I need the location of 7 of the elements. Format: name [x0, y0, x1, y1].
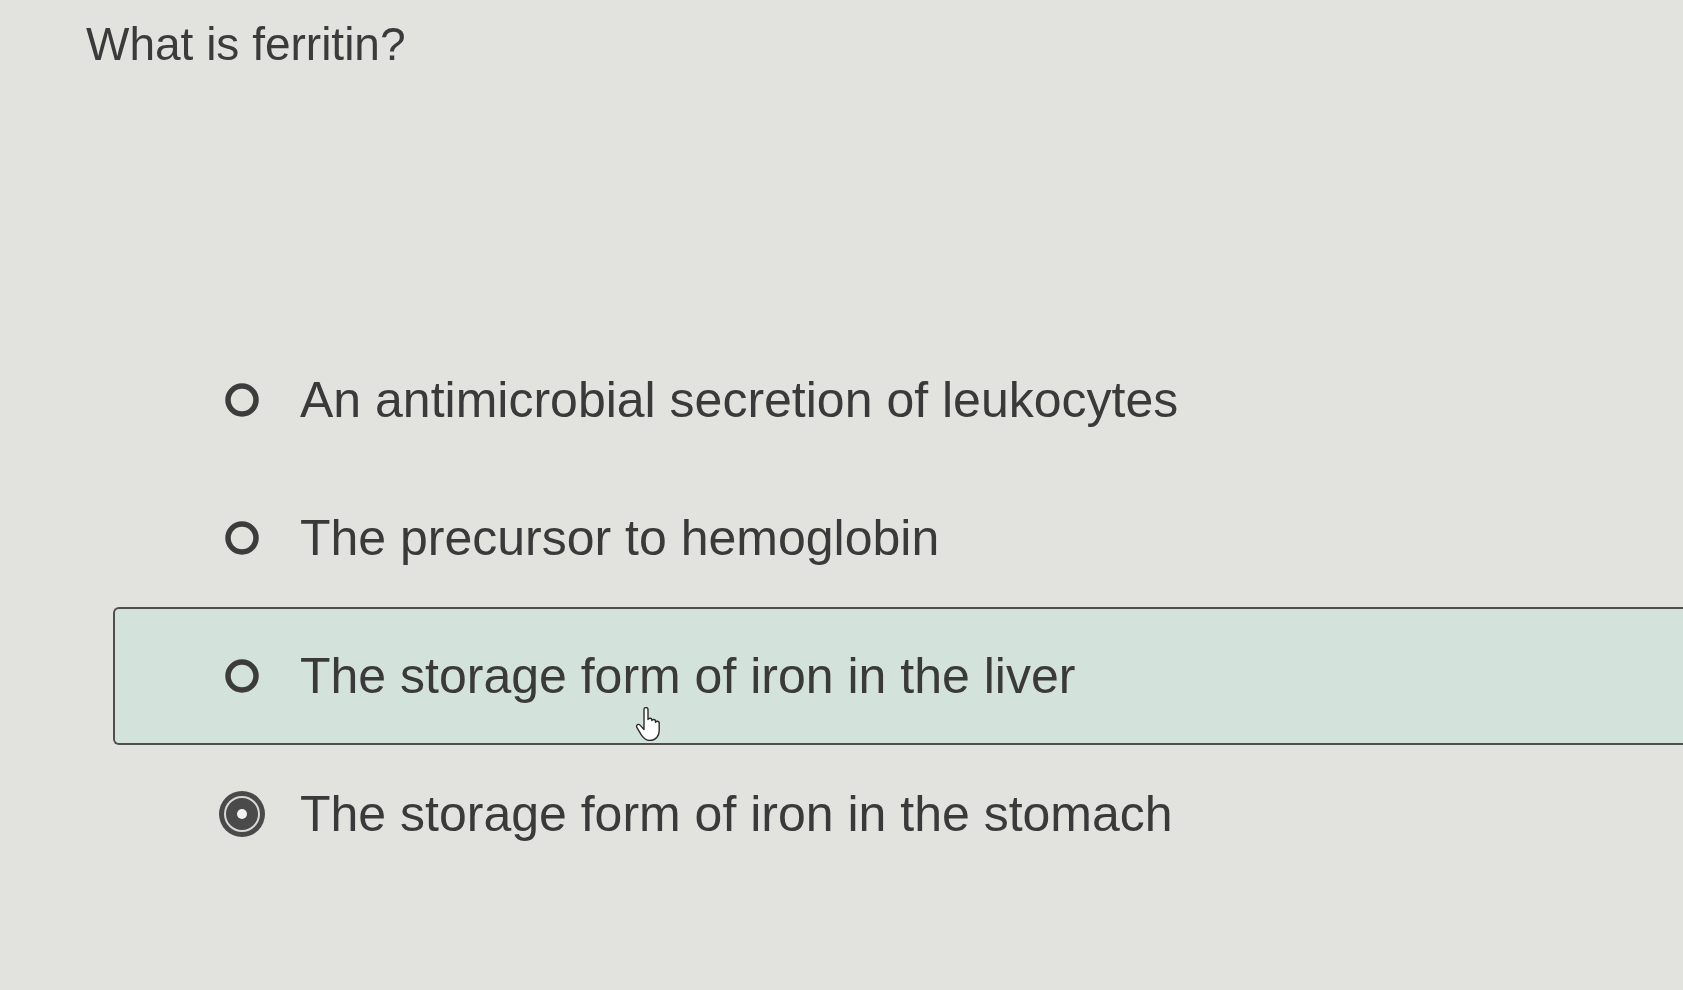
option-text: The precursor to hemoglobin: [300, 509, 940, 568]
option-text: The storage form of iron in the stomach: [300, 785, 1173, 844]
option-text: The storage form of iron in the liver: [300, 647, 1076, 706]
option-text: An antimicrobial secretion of leukocytes: [300, 371, 1179, 430]
question-text: What is ferritin?: [86, 17, 406, 72]
highlighted-option[interactable]: The storage form of iron in the liver: [113, 607, 1683, 745]
radio-button[interactable]: [218, 790, 266, 838]
